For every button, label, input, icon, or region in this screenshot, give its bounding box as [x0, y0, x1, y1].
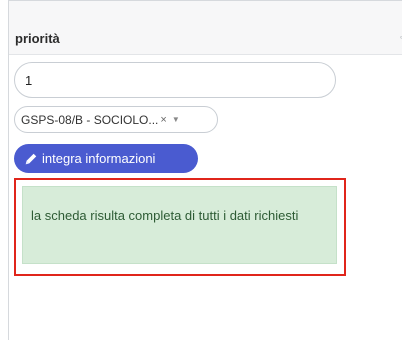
- integra-button-label: integra informazioni: [42, 151, 156, 166]
- panel-title: priorità: [15, 31, 60, 46]
- disciplinary-sector-select[interactable]: GSPS-08/B - SOCIOLO... × ▼: [14, 106, 218, 133]
- screenshot-stage: priorità ◦ GSPS-08/B - SOCIOLO... × ▼ in…: [0, 0, 402, 340]
- panel-header: priorità ◦: [9, 1, 402, 55]
- pencil-icon: [25, 153, 37, 164]
- clear-selection-icon[interactable]: ×: [160, 114, 166, 126]
- select-selected-value: GSPS-08/B - SOCIOLO...: [21, 112, 159, 127]
- success-alert: la scheda risulta completa di tutti i da…: [22, 186, 337, 264]
- priority-input[interactable]: [14, 62, 336, 98]
- chevron-down-icon[interactable]: ▼: [172, 115, 180, 124]
- alert-message: la scheda risulta completa di tutti i da…: [31, 208, 299, 223]
- highlight-frame: la scheda risulta completa di tutti i da…: [14, 178, 346, 276]
- integra-informazioni-button[interactable]: integra informazioni: [14, 144, 198, 173]
